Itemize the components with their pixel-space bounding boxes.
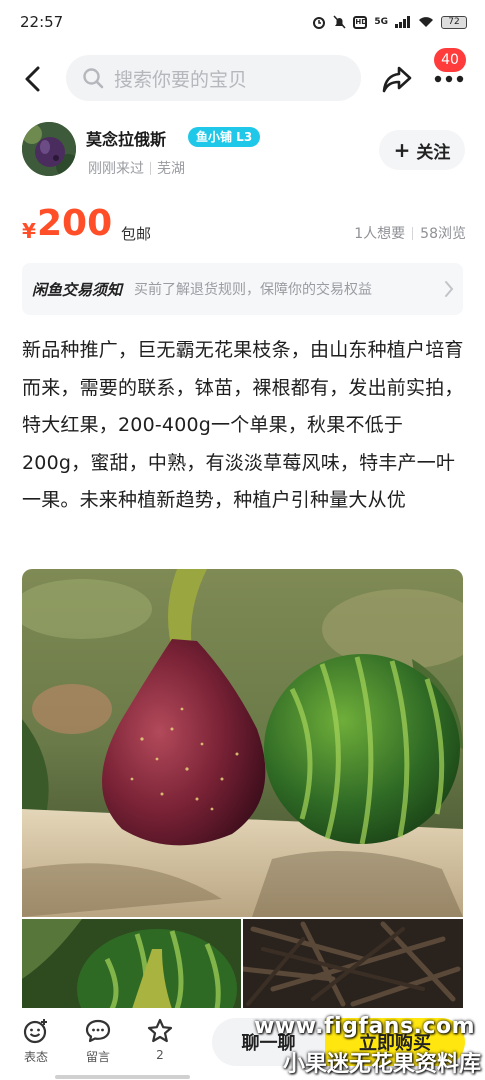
wifi-icon: [419, 17, 433, 27]
back-arrow-icon: [25, 66, 40, 92]
emoji-icon: [23, 1019, 47, 1044]
status-icons: HD 5G 72: [312, 15, 467, 29]
search-placeholder: 搜索你要的宝贝: [114, 68, 248, 91]
trade-notice-banner[interactable]: 闲鱼交易须知 买前了解退货规则，保障你的交易权益: [22, 263, 463, 315]
watermark-name: 小果迷无花果资料库: [282, 1052, 481, 1077]
seller-level-badge: 鱼小铺 L3: [188, 127, 261, 147]
product-image-thumb-2[interactable]: [243, 919, 463, 1009]
network-label: 5G: [374, 17, 388, 27]
favorite-count: 2: [156, 1048, 164, 1062]
seller-info: 莫念拉俄斯 鱼小铺 L3 刚刚来过 芜湖 + 关注: [22, 122, 467, 182]
emoji-label: 表态: [23, 1050, 48, 1064]
product-image-main[interactable]: [22, 569, 463, 917]
search-icon: [83, 68, 104, 89]
watermark-url: www.figfans.com: [254, 1014, 475, 1039]
share-button[interactable]: [380, 62, 414, 96]
favorite-button[interactable]: 2: [140, 1018, 180, 1062]
share-icon: [382, 66, 412, 93]
hd-icon: HD: [353, 15, 368, 29]
comment-label: 留言: [85, 1050, 110, 1064]
star-icon: [147, 1018, 173, 1043]
wants-count: 1人想要: [354, 226, 406, 242]
cuttings-thumb: [243, 919, 463, 1009]
more-dots-icon: [434, 75, 464, 83]
status-time: 22:57: [20, 13, 64, 31]
views-count: 58浏览: [420, 226, 466, 242]
avatar[interactable]: [22, 122, 76, 176]
comment-button[interactable]: 留言: [78, 1018, 118, 1065]
emoji-react-button[interactable]: 表态: [16, 1018, 56, 1065]
shipping-label: 包邮: [121, 225, 152, 243]
alarm-icon: [313, 17, 326, 29]
seller-name[interactable]: 莫念拉俄斯: [86, 126, 166, 150]
fig-watermelon-photo: [22, 569, 463, 917]
home-indicator: [55, 1075, 190, 1079]
currency-symbol: ¥: [22, 219, 36, 243]
seller-location: 芜湖: [157, 161, 185, 177]
product-stats: 1人想要 58浏览: [354, 223, 466, 243]
mute-icon: [333, 15, 346, 29]
divider: [150, 161, 151, 175]
chevron-right-icon: [445, 281, 454, 297]
divider: [412, 226, 414, 240]
product-image-thumb-1[interactable]: [22, 919, 241, 1009]
battery-icon: 72: [441, 15, 467, 29]
plus-icon: +: [393, 138, 411, 162]
notice-text: 买前了解退货规则，保障你的交易权益: [134, 282, 373, 298]
header: 搜索你要的宝贝: [0, 52, 485, 104]
price-value: 200: [37, 203, 113, 244]
watermelon-thumb: [22, 919, 241, 1009]
follow-label: 关注: [416, 142, 451, 163]
product-description: 新品种推广，巨无霸无花果枝条，由山东种植户培育而来，需要的联系，钵苗，裸根都有，…: [22, 339, 464, 511]
notice-title: 闲鱼交易须知: [32, 280, 123, 299]
back-button[interactable]: [14, 62, 50, 96]
notification-badge: 40: [434, 48, 466, 72]
follow-button[interactable]: + 关注: [379, 130, 465, 170]
signal-icon: [395, 16, 410, 28]
price-row: ¥ 200 包邮 1人想要 58浏览: [22, 203, 466, 253]
comment-icon: [85, 1019, 111, 1043]
last-seen: 刚刚来过: [88, 161, 144, 177]
avatar-image: [22, 122, 76, 176]
status-bar: 22:57 HD 5G 72: [0, 0, 485, 44]
seller-meta: 刚刚来过 芜湖: [88, 158, 185, 178]
search-input[interactable]: 搜索你要的宝贝: [66, 55, 361, 101]
